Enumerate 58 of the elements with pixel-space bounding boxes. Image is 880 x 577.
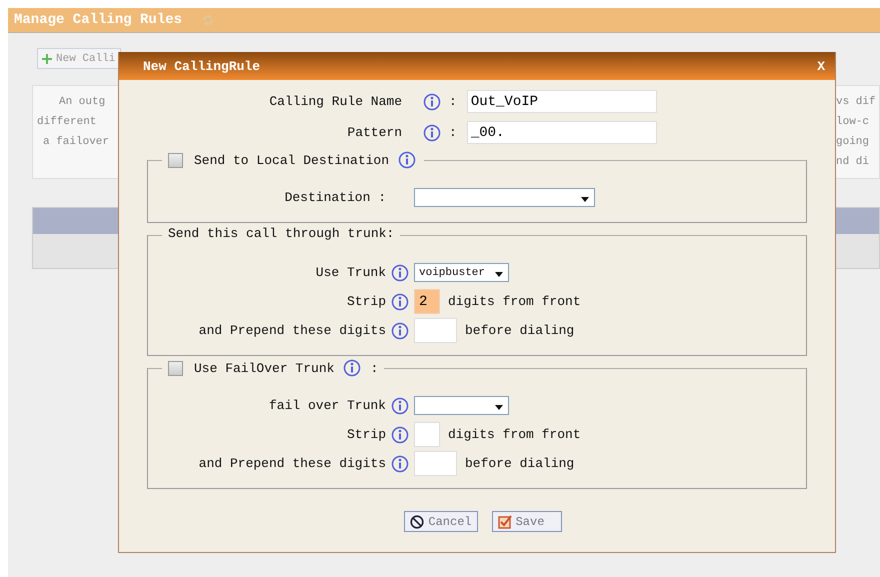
info-icon[interactable]: [423, 92, 441, 110]
intro-text: a failover: [42, 135, 110, 150]
info-icon[interactable]: [391, 292, 409, 310]
checkbox-icon: [498, 514, 512, 528]
field-label: and Prepend these digits: [198, 456, 386, 471]
close-button[interactable]: X: [817, 58, 825, 74]
info-icon[interactable]: [391, 454, 409, 472]
field-label: Strip: [346, 294, 386, 309]
text-field[interactable]: Out_VoIP: [466, 90, 657, 113]
text-field[interactable]: 2: [414, 289, 440, 314]
field-hint: before dialing: [465, 323, 574, 338]
intro-text: nd di: [836, 155, 870, 170]
dropdown[interactable]: voipbuster: [414, 263, 509, 282]
info-icon[interactable]: [343, 359, 362, 377]
colon: :: [449, 125, 457, 140]
field-label: Destination :: [284, 190, 386, 205]
text-field[interactable]: [414, 451, 457, 476]
field-hint: digits from front: [448, 427, 581, 442]
text-field[interactable]: [414, 318, 457, 343]
colon: :: [449, 94, 457, 109]
intro-text: different: [37, 115, 98, 130]
intro-text: going: [836, 135, 870, 150]
dropdown[interactable]: [414, 188, 595, 207]
colon: :: [370, 360, 378, 376]
caret-icon: [581, 197, 589, 202]
dropdown[interactable]: [414, 396, 509, 415]
section-legend: Send to Local Destination: [194, 152, 390, 168]
info-icon[interactable]: [391, 322, 409, 340]
section-legend: Send this call through trunk:: [168, 226, 394, 241]
field-hint: before dialing: [465, 456, 574, 471]
field-label: fail over Trunk: [268, 398, 386, 413]
intro-text: low-c: [836, 115, 870, 130]
text-field[interactable]: _00.: [466, 121, 657, 144]
info-icon[interactable]: [398, 151, 416, 169]
text-field[interactable]: [414, 422, 440, 447]
caret-icon: [495, 272, 503, 277]
checkbox[interactable]: [168, 360, 183, 376]
cancel-icon: [410, 514, 424, 528]
save-button[interactable]: Save: [492, 511, 562, 532]
info-icon[interactable]: [391, 264, 409, 282]
info-icon[interactable]: [391, 396, 409, 414]
field-label: and Prepend these digits: [198, 323, 386, 338]
plus-icon: [42, 54, 52, 64]
intro-text: vs dif: [836, 95, 876, 110]
field-label: Pattern: [346, 125, 402, 140]
caret-icon: [495, 405, 503, 410]
field-label: Calling Rule Name: [268, 94, 402, 109]
field-label: Strip: [346, 427, 386, 442]
intro-text: An outg: [58, 95, 106, 110]
info-icon[interactable]: [391, 426, 409, 444]
field-label: Use Trunk: [314, 265, 386, 280]
info-icon[interactable]: [423, 124, 441, 142]
checkbox[interactable]: [168, 152, 183, 168]
dialog-title: New CallingRule: [143, 58, 260, 74]
page-title: Manage Calling Rules: [14, 12, 182, 28]
cancel-button[interactable]: Cancel: [404, 511, 478, 532]
section-legend: Use FailOver Trunk: [194, 360, 334, 376]
field-hint: digits from front: [448, 294, 581, 309]
